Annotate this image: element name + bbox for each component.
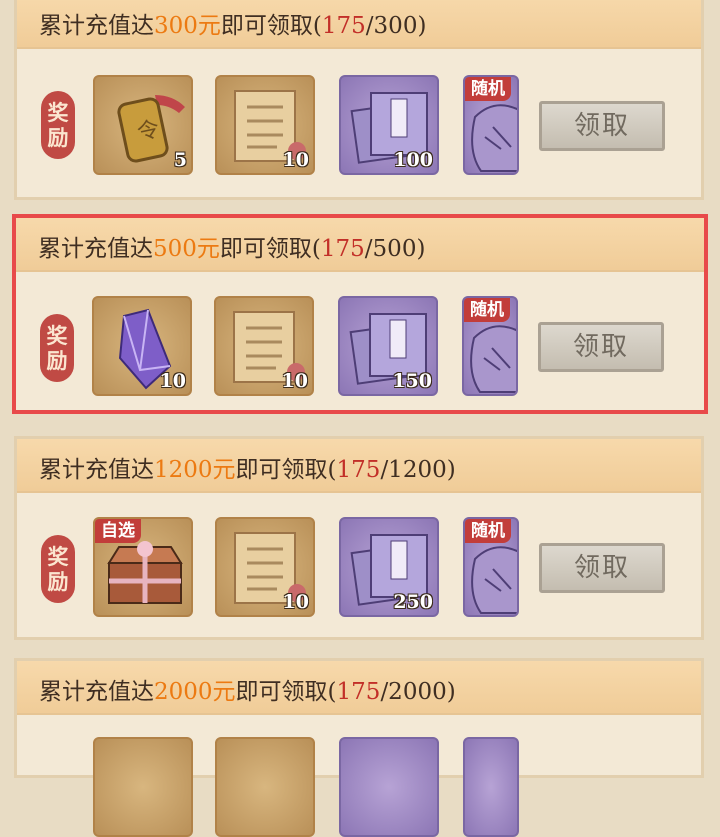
reward-tier-300: 累计充值达300元即可领取(175/300) 奖励 令 5 10 100 随机 … (14, 0, 704, 200)
bag-icon[interactable]: 随机 (463, 517, 519, 617)
item-slot[interactable] (93, 737, 193, 837)
reward-label: 奖励 (41, 535, 75, 603)
tier-title: 累计充值达2000元即可领取(175/2000) (39, 679, 456, 705)
book-icon[interactable]: 100 (339, 75, 439, 175)
reward-label: 奖励 (41, 91, 75, 159)
reward-tier-1200: 累计充值达1200元即可领取(175/1200) 奖励 自选 10 250 随机… (14, 436, 704, 640)
reward-tier-2000: 累计充值达2000元即可领取(175/2000) (14, 658, 704, 837)
scroll-icon[interactable]: 10 (215, 517, 315, 617)
tier-header: 累计充值达1200元即可领取(175/1200) (17, 439, 701, 493)
tier-title: 累计充值达500元即可领取(175/500) (38, 236, 426, 262)
item-slot[interactable] (215, 737, 315, 837)
bag-icon[interactable]: 随机 (462, 296, 518, 396)
tier-title: 累计充值达1200元即可领取(175/1200) (39, 457, 456, 483)
tier-header: 累计充值达300元即可领取(175/300) (17, 0, 701, 49)
crystal-icon[interactable]: 10 (92, 296, 192, 396)
item-slot[interactable] (339, 737, 439, 837)
scroll-icon[interactable]: 10 (214, 296, 314, 396)
scroll-icon[interactable]: 10 (215, 75, 315, 175)
chest-icon[interactable]: 自选 (93, 517, 193, 617)
book-icon[interactable]: 250 (339, 517, 439, 617)
reward-label: 奖励 (40, 314, 74, 382)
reward-tier-500: 累计充值达500元即可领取(175/500) 奖励 10 10 150 随机 领… (12, 214, 708, 414)
tier-header: 累计充值达2000元即可领取(175/2000) (17, 661, 701, 715)
token-icon[interactable]: 令 5 (93, 75, 193, 175)
item-slot[interactable] (463, 737, 519, 837)
claim-button[interactable]: 领取 (539, 543, 665, 593)
book-icon[interactable]: 150 (338, 296, 438, 396)
claim-button[interactable]: 领取 (538, 322, 664, 372)
bag-icon[interactable]: 随机 (463, 75, 519, 175)
tier-title: 累计充值达300元即可领取(175/300) (39, 13, 427, 39)
claim-button[interactable]: 领取 (539, 101, 665, 151)
tier-header: 累计充值达500元即可领取(175/500) (16, 218, 704, 272)
